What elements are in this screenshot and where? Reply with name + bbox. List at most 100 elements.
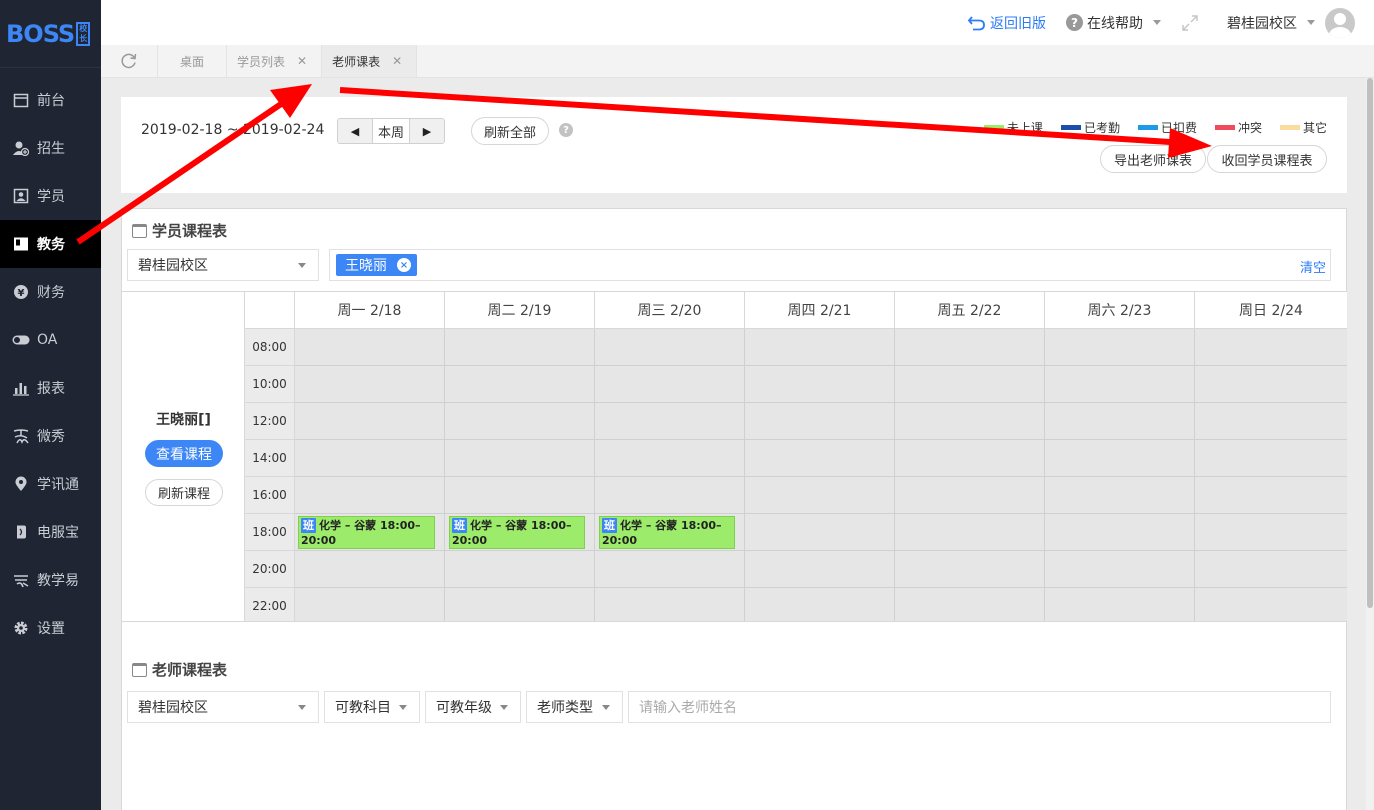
export-teacher-schedule-button[interactable]: 导出老师课表 xyxy=(1100,145,1206,173)
schedule-slot[interactable] xyxy=(895,551,1045,588)
schedule-slot[interactable] xyxy=(1195,366,1347,403)
close-icon[interactable]: ✕ xyxy=(392,54,402,68)
schedule-slot[interactable] xyxy=(445,440,595,477)
tab-student-list[interactable]: 学员列表 ✕ xyxy=(227,45,323,77)
schedule-slot[interactable] xyxy=(1195,329,1347,366)
schedule-slot[interactable] xyxy=(895,477,1045,514)
course-event[interactable]: 班化学 – 谷蒙 18:00–20:00 xyxy=(599,516,735,549)
sidebar-item-dianfubao[interactable]: 电服宝 xyxy=(0,508,101,556)
schedule-slot[interactable] xyxy=(445,551,595,588)
tab-teacher-schedule[interactable]: 老师课表 ✕ xyxy=(322,45,418,77)
sidebar-item-settings[interactable]: 设置 xyxy=(0,604,101,652)
sidebar-item-weixiu[interactable]: 微秀 xyxy=(0,412,101,460)
schedule-slot[interactable] xyxy=(445,588,595,625)
vertical-scrollbar[interactable] xyxy=(1366,78,1374,810)
schedule-slot[interactable] xyxy=(445,477,595,514)
close-icon[interactable]: ✕ xyxy=(297,54,307,68)
teacher-name-input[interactable]: 请输入老师姓名 xyxy=(628,691,1331,723)
schedule-slot[interactable] xyxy=(595,329,745,366)
subject-select[interactable]: 可教科目 xyxy=(324,691,420,723)
schedule-slot[interactable] xyxy=(745,514,895,551)
schedule-slot[interactable] xyxy=(1195,551,1347,588)
prev-week-button[interactable]: ◀ xyxy=(338,119,372,143)
schedule-slot[interactable] xyxy=(745,588,895,625)
schedule-slot[interactable] xyxy=(1045,403,1195,440)
next-week-button[interactable]: ▶ xyxy=(410,119,444,143)
sidebar-item-academic[interactable]: 教务 xyxy=(0,220,101,268)
logo[interactable]: BOSS 校 长 xyxy=(0,0,101,68)
scrollbar-thumb[interactable] xyxy=(1367,78,1373,608)
remove-tag-icon[interactable]: × xyxy=(397,258,411,272)
sidebar-item-enrollment[interactable]: 招生 xyxy=(0,124,101,172)
schedule-slot[interactable] xyxy=(1045,551,1195,588)
sidebar-item-reports[interactable]: 报表 xyxy=(0,364,101,412)
schedule-slot[interactable] xyxy=(295,440,445,477)
schedule-slot[interactable] xyxy=(895,440,1045,477)
sidebar-item-front-desk[interactable]: 前台 xyxy=(0,76,101,124)
schedule-slot[interactable] xyxy=(1195,588,1347,625)
clear-button[interactable]: 清空 xyxy=(1300,257,1326,276)
teacher-campus-select[interactable]: 碧桂园校区 xyxy=(127,691,319,723)
schedule-slot[interactable] xyxy=(745,366,895,403)
schedule-slot[interactable] xyxy=(595,440,745,477)
schedule-slot[interactable] xyxy=(1045,366,1195,403)
schedule-slot[interactable] xyxy=(1195,440,1347,477)
schedule-slot[interactable] xyxy=(295,366,445,403)
schedule-slot[interactable] xyxy=(445,403,595,440)
schedule-slot[interactable] xyxy=(895,514,1045,551)
student-tag-input[interactable]: 王晓丽 × 清空 xyxy=(329,249,1331,281)
schedule-slot[interactable] xyxy=(595,588,745,625)
refresh-tab-button[interactable] xyxy=(101,45,158,77)
schedule-slot[interactable] xyxy=(445,366,595,403)
view-course-button[interactable]: 查看课程 xyxy=(145,440,223,467)
sidebar-item-students[interactable]: 学员 xyxy=(0,172,101,220)
refresh-course-button[interactable]: 刷新课程 xyxy=(145,479,223,506)
schedule-slot[interactable] xyxy=(295,588,445,625)
schedule-slot[interactable] xyxy=(1195,477,1347,514)
schedule-slot[interactable] xyxy=(595,366,745,403)
sidebar-item-xuexuntong[interactable]: 学讯通 xyxy=(0,460,101,508)
tab-desktop[interactable]: 桌面 xyxy=(158,45,228,77)
schedule-slot[interactable] xyxy=(895,588,1045,625)
schedule-slot[interactable] xyxy=(895,403,1045,440)
schedule-slot[interactable] xyxy=(595,403,745,440)
schedule-slot[interactable] xyxy=(745,440,895,477)
course-event[interactable]: 班化学 – 谷蒙 18:00–20:00 xyxy=(298,516,435,549)
schedule-slot[interactable] xyxy=(595,477,745,514)
refresh-all-button[interactable]: 刷新全部 xyxy=(471,117,549,145)
help-icon[interactable]: ? xyxy=(559,123,573,137)
schedule-slot[interactable] xyxy=(1045,440,1195,477)
avatar[interactable] xyxy=(1325,7,1355,38)
schedule-slot[interactable] xyxy=(1045,477,1195,514)
sidebar-item-oa[interactable]: OA xyxy=(0,316,101,364)
schedule-slot[interactable] xyxy=(295,403,445,440)
schedule-slot[interactable] xyxy=(745,477,895,514)
schedule-slot[interactable] xyxy=(295,329,445,366)
schedule-slot[interactable] xyxy=(295,477,445,514)
sidebar-item-jiaoxueyi[interactable]: 教学易 xyxy=(0,556,101,604)
schedule-slot[interactable] xyxy=(1045,514,1195,551)
student-campus-select[interactable]: 碧桂园校区 xyxy=(127,249,319,281)
back-to-old-version-link[interactable]: 返回旧版 xyxy=(968,13,1046,33)
schedule-slot[interactable] xyxy=(1195,514,1347,551)
schedule-slot[interactable] xyxy=(595,551,745,588)
schedule-slot[interactable] xyxy=(1045,588,1195,625)
schedule-slot[interactable] xyxy=(1045,329,1195,366)
fullscreen-button[interactable] xyxy=(1181,14,1199,32)
schedule-slot[interactable] xyxy=(295,551,445,588)
collapse-student-schedule-button[interactable]: 收回学员课程表 xyxy=(1207,145,1327,173)
sidebar-item-finance[interactable]: ¥ 财务 xyxy=(0,268,101,316)
this-week-button[interactable]: 本周 xyxy=(372,119,410,143)
teacher-type-select[interactable]: 老师类型 xyxy=(526,691,623,723)
grade-select[interactable]: 可教年级 xyxy=(425,691,521,723)
schedule-slot[interactable] xyxy=(745,403,895,440)
online-help-menu[interactable]: ? 在线帮助 xyxy=(1066,13,1161,33)
schedule-slot[interactable] xyxy=(895,329,1045,366)
schedule-slot[interactable] xyxy=(895,366,1045,403)
campus-switcher[interactable]: 碧桂园校区 xyxy=(1227,13,1315,33)
schedule-slot[interactable] xyxy=(445,329,595,366)
course-event[interactable]: 班化学 – 谷蒙 18:00–20:00 xyxy=(449,516,585,549)
schedule-slot[interactable] xyxy=(1195,403,1347,440)
schedule-slot[interactable] xyxy=(745,551,895,588)
schedule-slot[interactable] xyxy=(745,329,895,366)
